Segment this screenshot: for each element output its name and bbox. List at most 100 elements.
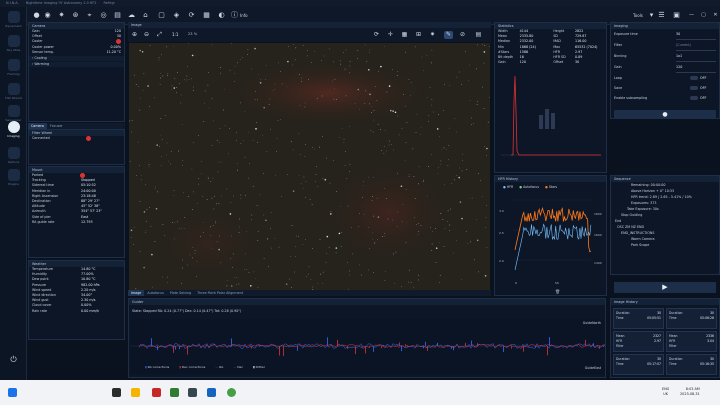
switch-icon[interactable]: ▤ <box>113 11 122 20</box>
nav-equipment[interactable]: Equipment <box>0 11 27 28</box>
annotate-icon[interactable]: ✎ <box>444 31 453 39</box>
exposure-input[interactable]: 30 <box>676 29 716 40</box>
focuser-icon[interactable]: ✷ <box>57 11 66 20</box>
tools-label[interactable]: Tools <box>633 13 643 18</box>
binning-select[interactable]: 1x1 <box>676 51 716 62</box>
zoom-one-to-one[interactable]: 1:1 <box>172 32 178 37</box>
filterwheel-icon[interactable]: ◉ <box>43 11 52 20</box>
crosshair-icon[interactable]: ✛ <box>386 31 395 39</box>
info-icon[interactable]: ⓘ <box>230 11 239 20</box>
app-icon[interactable] <box>170 388 179 397</box>
nav-plugins[interactable]: Plugins <box>0 169 27 186</box>
tab-image[interactable]: Image <box>128 290 145 296</box>
telescope-icon[interactable]: ⌖ <box>85 11 94 20</box>
sphere-icon[interactable]: ◐ <box>217 11 226 20</box>
zoom-fit-icon[interactable]: ⤢ <box>155 31 164 39</box>
guide-graph: GuideNorth GuideEast ▮ RA corrections ▮ … <box>131 319 610 374</box>
debayer-icon[interactable]: ⊞ <box>414 31 423 39</box>
nav-sequencer[interactable]: Sequencer <box>0 105 27 122</box>
tab-polar-alignment[interactable]: Three Point Polar Alignment <box>194 290 246 296</box>
clock[interactable]: 8:03 AM 2023-08-31 <box>680 387 700 397</box>
app-icon[interactable] <box>188 388 197 397</box>
star-detect-icon[interactable]: ✷ <box>428 31 437 39</box>
gain-input[interactable]: 120 <box>676 62 716 73</box>
safety-icon[interactable]: ◈ <box>172 11 181 20</box>
history-card[interactable]: Duration 30 Time 05:05:51 <box>613 308 664 329</box>
delete-icon[interactable]: 🗑 <box>555 289 560 294</box>
hfr-legend: ● HFR ● Autofocus ● Stars <box>503 185 557 189</box>
start-icon[interactable] <box>8 388 17 397</box>
filter-select[interactable]: (Current) <box>676 40 716 51</box>
gear-icon <box>7 147 20 159</box>
guide-legend: ▮ RA corrections ▮ Dec corrections — RA … <box>145 365 265 369</box>
camera-icon[interactable]: ● <box>32 11 41 20</box>
play-icon: ▶ <box>662 283 668 291</box>
x-tick: 0 <box>515 281 517 285</box>
info-label[interactable]: Info <box>240 13 248 18</box>
layout-icon[interactable]: ▣ <box>672 11 681 20</box>
history-card[interactable]: Duration 30 Time 05:17:07 <box>613 354 664 375</box>
history-card[interactable]: Duration 30 Time 05:16:35 <box>666 354 717 375</box>
language-indicator[interactable]: ENG UK <box>662 387 669 397</box>
nav-framing[interactable]: Framing <box>0 59 27 76</box>
app-icon[interactable] <box>207 388 216 397</box>
title-bar: N.I.N.A. Nighttime Imaging 'N' Astronomy… <box>0 0 720 7</box>
start-sequence-button[interactable]: ▶ <box>614 282 716 293</box>
history-icon[interactable]: ⟳ <box>187 11 196 20</box>
puzzle-icon <box>7 169 20 181</box>
zoom-in-icon[interactable]: ⊕ <box>130 31 139 39</box>
history-card[interactable]: Duration 30 Time 05:06:26 <box>666 308 717 329</box>
filterwheel-connect-button[interactable] <box>86 136 91 141</box>
guider-state: State: Stopped RA: 0.24 (0.77") Dec: 0.1… <box>132 309 242 313</box>
subsampling-toggle[interactable]: Enable subsampling OFF <box>611 93 719 103</box>
cooling-expander[interactable]: › Cooling <box>29 55 124 62</box>
windows-taskbar: ENG UK 8:03 AM 2023-08-31 <box>0 380 720 405</box>
nav-options[interactable]: Options <box>0 147 27 164</box>
image-toolbar: ⊕ ⊖ ⤢ 1:1 23 % ⟳ ✛ ▦ ⊞ ✷ ✎ ⊘ ▤ <box>128 28 491 42</box>
nav-sky-atlas[interactable]: Sky Atlas <box>0 35 27 52</box>
hfr-chart: 3.0 2.5 2.0 1800 1600 1400 0 50 <box>499 199 602 285</box>
weather-icon[interactable]: ☁ <box>127 11 136 20</box>
panel-title: HFR History <box>495 176 606 182</box>
app-icon[interactable] <box>152 388 161 397</box>
nav-flat-wizard[interactable]: Flat Wizard <box>0 83 27 100</box>
taskview-icon[interactable] <box>112 388 121 397</box>
guider-icon[interactable]: ◎ <box>99 11 108 20</box>
power-button[interactable]: ⏻ <box>0 354 27 367</box>
aperture-icon: ● <box>662 111 668 118</box>
warming-expander[interactable]: › Warming <box>29 62 124 68</box>
history-card[interactable]: Mean 2327 HFR 2.97 Filter <box>613 331 664 352</box>
nav-imaging[interactable]: Imaging <box>0 121 27 138</box>
history-card[interactable]: Mean 2336 HFR 3.04 Filter <box>666 331 717 352</box>
tab-autofocus[interactable]: Autofocus <box>144 290 166 296</box>
legend-hfr: ● HFR <box>503 185 514 189</box>
tab-plate-solving[interactable]: Plate Solving <box>167 290 194 296</box>
capture-button[interactable]: ● <box>614 110 716 119</box>
bahtinov-icon[interactable]: ⊘ <box>458 31 467 39</box>
save-toggle[interactable]: Save OFF <box>611 83 719 93</box>
stretch-icon[interactable]: ▦ <box>400 31 409 39</box>
rotator-icon[interactable]: ⊛ <box>71 11 80 20</box>
zoom-out-icon[interactable]: ⊖ <box>142 31 151 39</box>
legend-ra-corr: ▮ RA corrections <box>145 365 170 369</box>
chevron-down-icon[interactable]: ▾ <box>647 11 656 20</box>
minimize-icon[interactable]: — <box>687 11 696 20</box>
flatpanel-icon[interactable]: ▢ <box>157 11 166 20</box>
nina-icon[interactable] <box>227 388 236 397</box>
thermometer-icon[interactable]: ▦ <box>202 11 211 20</box>
settings-icon[interactable]: ☰ <box>657 11 666 20</box>
loop-toggle[interactable]: Loop OFF <box>611 73 719 83</box>
star-field-image[interactable] <box>129 43 490 290</box>
explorer-icon[interactable] <box>131 388 140 397</box>
rotate-icon[interactable]: ⟳ <box>372 31 381 39</box>
history-card-row: Time 05:16:35 <box>669 362 714 366</box>
maximize-icon[interactable]: ▢ <box>699 11 708 20</box>
guide-north-label: GuideNorth <box>582 321 601 325</box>
seq-end-item: Park Scope <box>631 243 650 247</box>
close-icon[interactable]: ✕ <box>711 11 720 20</box>
framing-icon <box>7 59 20 71</box>
left-tick: 2.5 <box>499 231 504 235</box>
save-image-icon[interactable]: ▤ <box>474 31 483 39</box>
left-navigation: Equipment Sky Atlas Framing Flat Wizard … <box>0 7 27 380</box>
dome-icon[interactable]: ⌂ <box>141 11 150 20</box>
